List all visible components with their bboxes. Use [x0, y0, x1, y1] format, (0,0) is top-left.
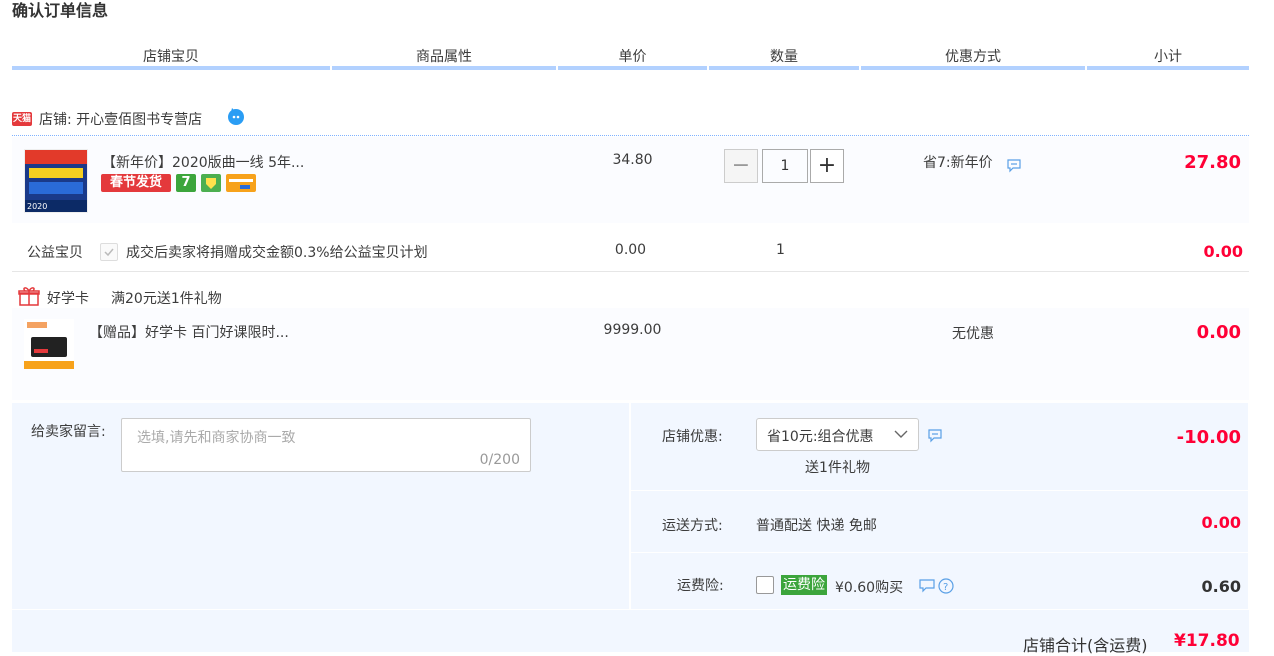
header-bar: [709, 66, 859, 70]
col-header-discount: 优惠方式: [945, 49, 1001, 65]
item1-title-link[interactable]: 【新年价】2020版曲一线 5年...: [102, 152, 304, 172]
item1-subtotal: 27.80: [1184, 152, 1241, 173]
item1-unit-price: 34.80: [612, 152, 653, 168]
charity-quantity: 1: [776, 242, 785, 258]
item2-subtotal: 0.00: [1196, 322, 1241, 343]
charity-unit-price: 0.00: [614, 242, 647, 258]
message-counter: 0/200: [479, 452, 520, 468]
insurance-text: ¥0.60购买: [835, 580, 904, 596]
shop-name-link[interactable]: 开心壹佰图书专营店: [76, 112, 202, 128]
gift-text: 满20元送1件礼物: [111, 291, 222, 307]
shop-discount-select[interactable]: 省10元:组合优惠: [756, 418, 919, 451]
insurance-label: 运费险:: [677, 578, 724, 594]
header-bar: [332, 66, 556, 70]
quantity-decrease-button[interactable]: −: [724, 149, 758, 183]
header-bar: [558, 66, 707, 70]
panel-divider: [631, 552, 1248, 553]
insurance-info-icon[interactable]: ?: [919, 577, 955, 595]
shipping-value: 普通配送 快递 免邮: [756, 518, 877, 534]
shop-discount-label: 店铺优惠:: [662, 429, 723, 445]
discount-info-icon[interactable]: [1006, 157, 1022, 173]
message-label: 给卖家留言:: [31, 424, 106, 440]
order-row: [12, 137, 1249, 223]
guarantee-icon: [201, 174, 221, 192]
shop-total-label: 店铺合计(含运费): [1023, 636, 1148, 655]
header-bar: [12, 66, 330, 70]
wangwang-chat-icon[interactable]: [226, 107, 246, 127]
shop-divider: [12, 135, 1249, 136]
tmall-badge: 天猫: [12, 112, 32, 126]
shop-discount-note: 送1件礼物: [805, 460, 870, 476]
header-bar: [1087, 66, 1249, 70]
gift-icon: [18, 287, 40, 306]
header-bar: [861, 66, 1085, 70]
charity-label: 公益宝贝: [27, 245, 83, 261]
charity-text: 成交后卖家将捐赠成交金额0.3%给公益宝贝计划: [126, 245, 428, 261]
insurance-amount: 0.60: [1201, 577, 1241, 596]
chevron-down-icon: [894, 430, 908, 438]
shop-label: 店铺:: [39, 112, 72, 128]
gift-label: 好学卡: [47, 291, 89, 307]
insurance-checkbox[interactable]: [756, 576, 774, 594]
message-placeholder: 选填,请先和商家协商一致: [137, 430, 296, 446]
item2-discount: 无优惠: [952, 326, 994, 342]
shop-total-amount: ¥17.80: [1174, 631, 1240, 651]
item1-thumbnail[interactable]: 2020: [24, 149, 88, 213]
col-header-item: 店铺宝贝: [143, 49, 199, 65]
shop-discount-selected: 省10元:组合优惠: [767, 429, 874, 445]
credit-card-icon: [226, 174, 256, 192]
item1-discount: 省7:新年价: [923, 155, 993, 171]
col-header-price: 单价: [618, 49, 647, 65]
row-divider: [12, 271, 1249, 272]
shop-discount-amount: -10.00: [1176, 427, 1241, 448]
check-icon: [104, 248, 114, 257]
charity-subtotal: 0.00: [1203, 242, 1243, 261]
shop-info: 店铺: 开心壹佰图书专营店: [39, 109, 202, 129]
shop-discount-info-icon[interactable]: [927, 427, 943, 443]
seven-day-return-icon: 7: [176, 174, 196, 192]
svg-text:?: ?: [943, 582, 948, 593]
panel-divider: [631, 490, 1248, 491]
col-header-qty: 数量: [770, 49, 798, 65]
message-textarea[interactable]: 选填,请先和商家协商一致 0/200: [121, 418, 531, 472]
col-header-attr: 商品属性: [416, 49, 472, 65]
page-title: 确认订单信息: [12, 1, 109, 20]
shipping-label: 运送方式:: [662, 518, 723, 534]
item2-unit-price: 9999.00: [603, 322, 662, 338]
col-header-subtotal: 小计: [1154, 49, 1182, 65]
svg-text:2020: 2020: [27, 202, 47, 211]
quantity-stepper: − 1 +: [724, 149, 844, 183]
charity-checkbox: [100, 243, 118, 261]
item2-thumbnail[interactable]: [24, 319, 74, 369]
quantity-increase-button[interactable]: +: [810, 149, 844, 183]
insurance-tag: 运费险: [781, 575, 827, 595]
shipping-amount: 0.00: [1201, 513, 1241, 532]
quantity-input[interactable]: 1: [762, 149, 808, 183]
spring-shipping-tag: 春节发货: [101, 174, 171, 192]
item2-title-link[interactable]: 【赠品】好学卡 百门好课限时...: [89, 322, 289, 342]
